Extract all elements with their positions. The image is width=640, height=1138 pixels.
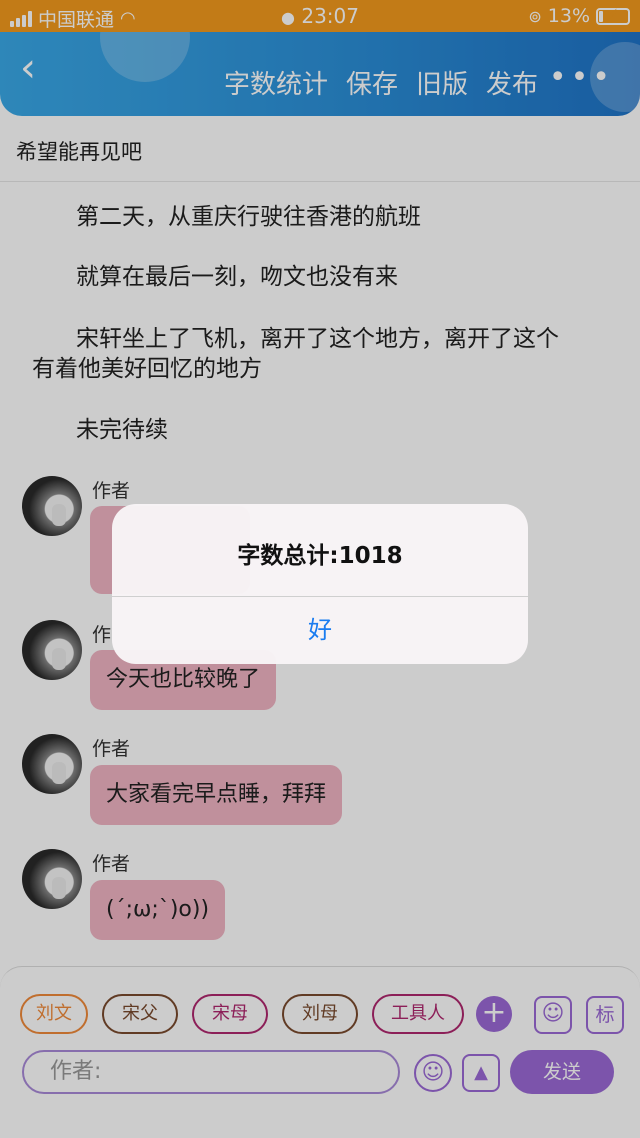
alert-ok-button[interactable]: 好 [112,597,528,664]
alert-message: 字数总计:1018 [237,543,403,569]
word-count-alert: 字数总计:1018 好 [112,504,528,664]
